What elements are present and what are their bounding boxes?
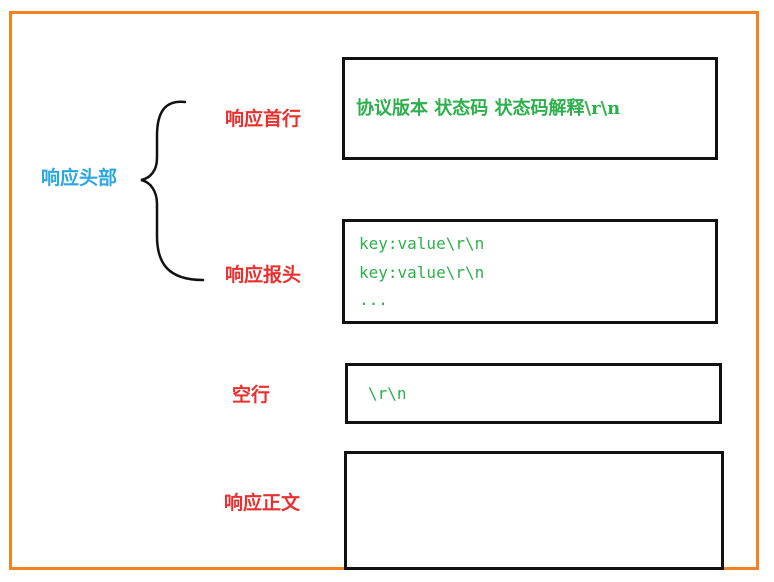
header-line: key:value\r\n (359, 263, 485, 282)
blank-line-box: \r\n (345, 363, 722, 424)
header-line: key:value\r\n (359, 234, 485, 253)
response-headers-box: key:value\r\n key:value\r\n ... (342, 219, 718, 324)
status-line-label: 响应首行 (225, 108, 302, 130)
status-line-box: 协议版本 状态码 状态码解释\r\n (342, 57, 718, 160)
response-body-box (344, 451, 724, 570)
response-body-label: 响应正文 (224, 492, 301, 514)
response-headers-label: 响应报头 (225, 264, 302, 286)
curly-brace-icon (140, 100, 205, 282)
blank-line-content: \r\n (368, 384, 407, 403)
response-header-group-label: 响应头部 (41, 167, 118, 189)
header-ellipsis: ... (359, 290, 388, 309)
blank-line-label: 空行 (232, 384, 271, 406)
status-line-content: 协议版本 状态码 状态码解释\r\n (356, 98, 621, 119)
